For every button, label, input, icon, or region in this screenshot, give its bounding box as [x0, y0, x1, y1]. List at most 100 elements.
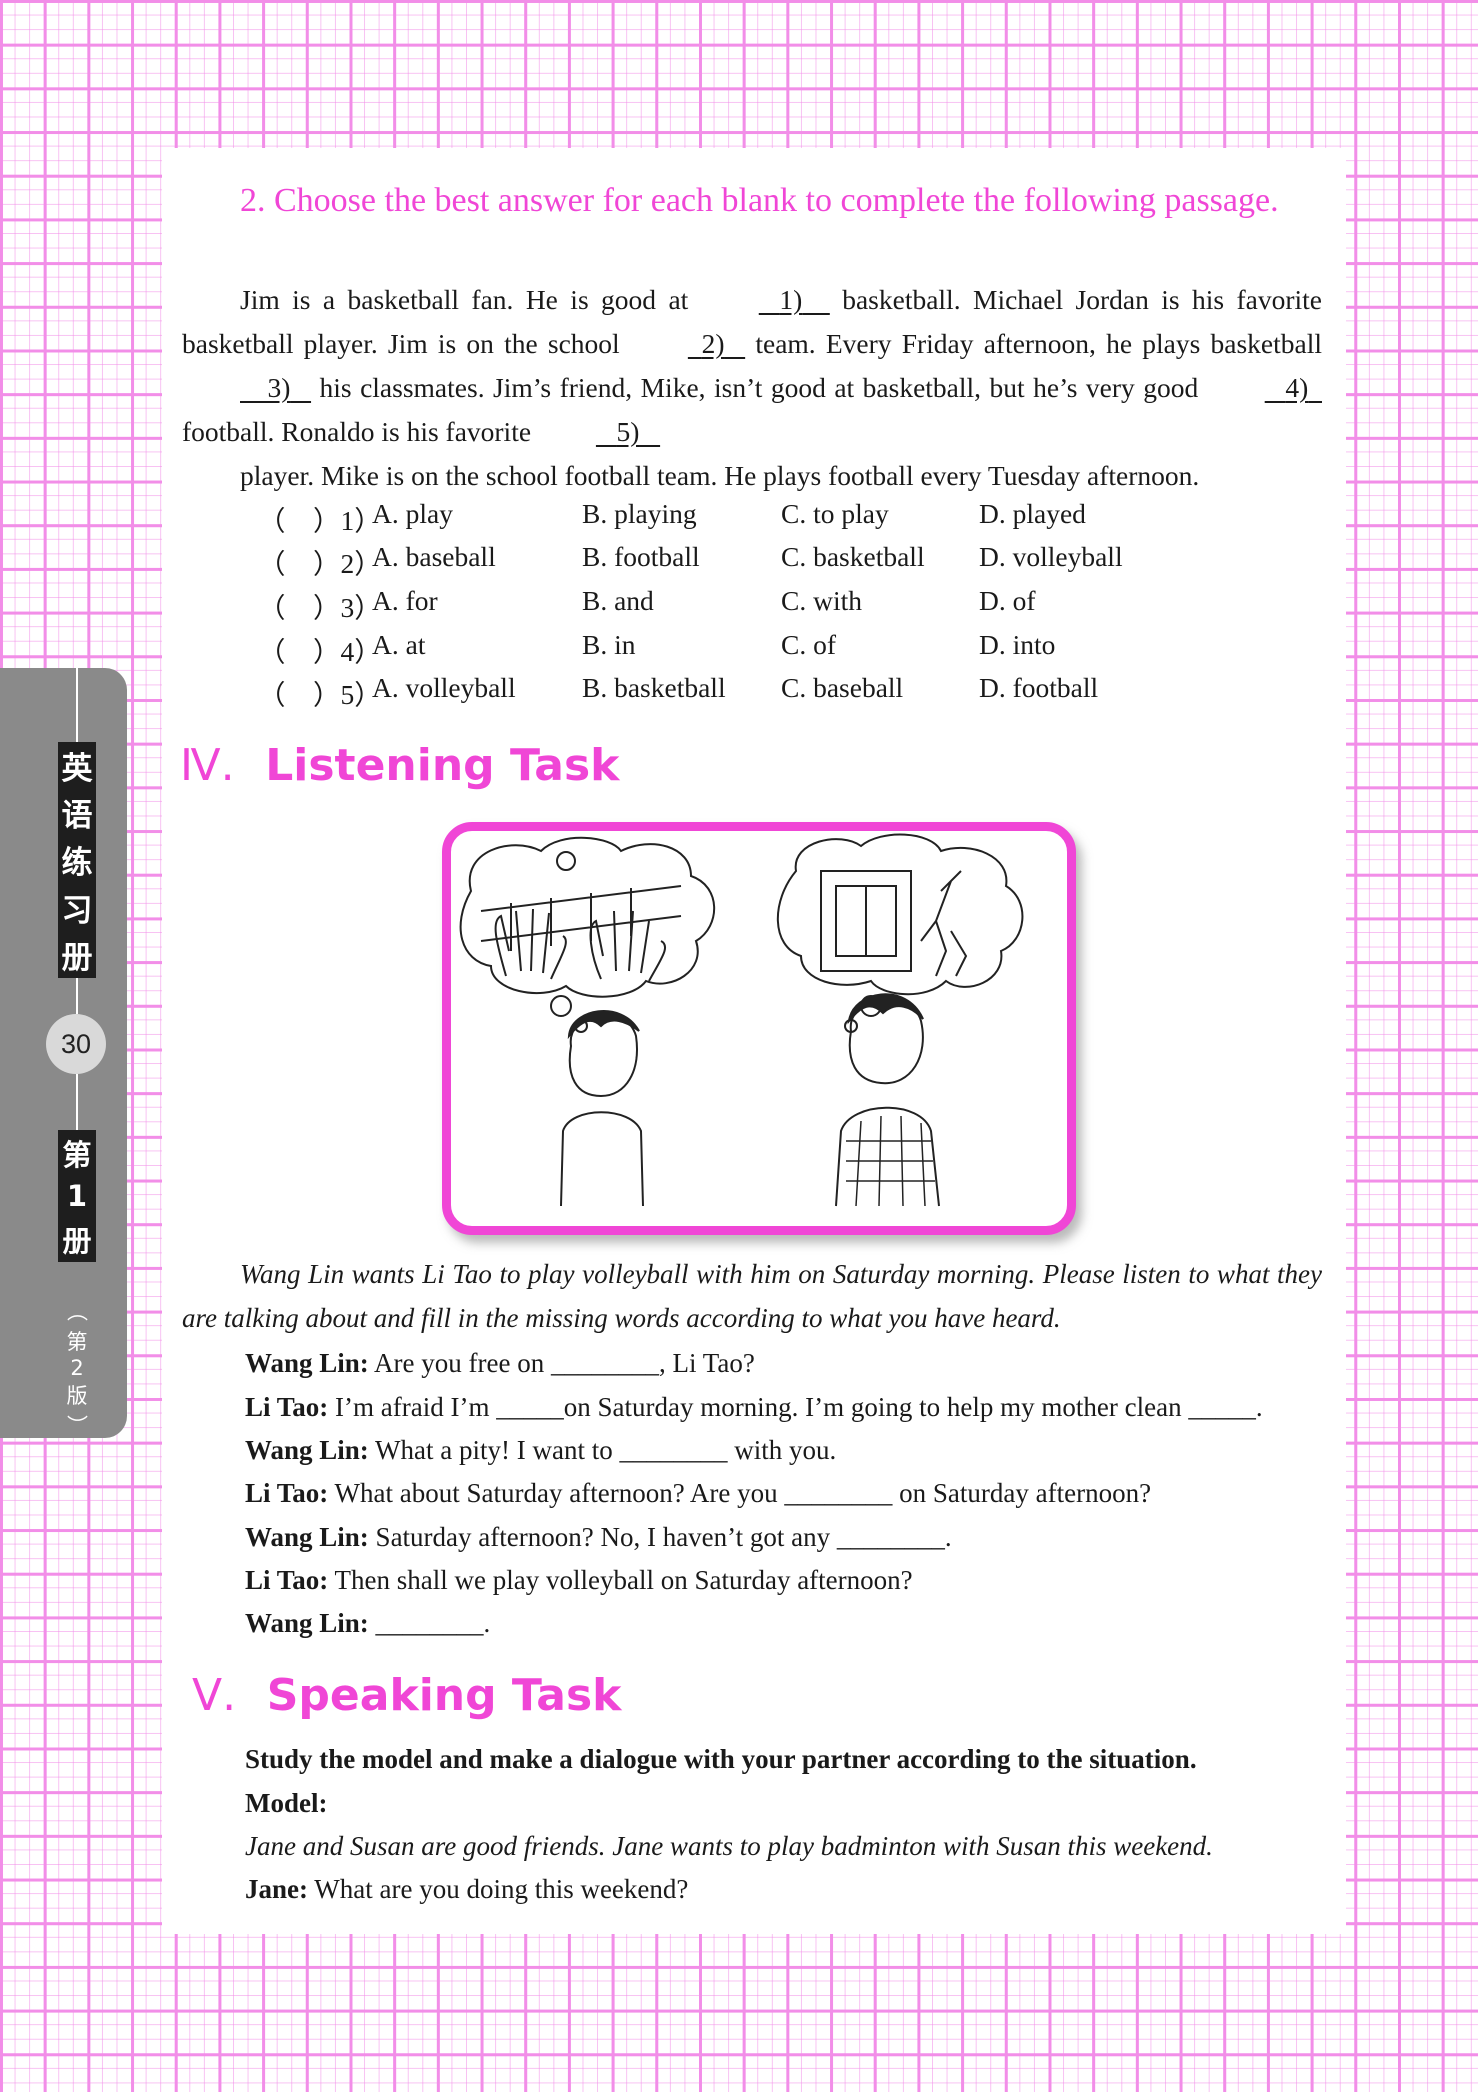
passage-text: player. Mike is on the school football t… — [240, 460, 1200, 491]
question-number: （ ）2） — [258, 548, 382, 579]
option-a: A. at — [372, 629, 426, 660]
speaker-label: Wang Lin: — [245, 1435, 369, 1465]
hands-icon — [494, 908, 667, 982]
option-d: D. played — [979, 498, 1086, 529]
dialogue-text: Are you free on ________, Li Tao? — [368, 1348, 755, 1378]
boy-right-head — [848, 998, 924, 1085]
exercise-2-heading: 2. Choose the best answer for each blank… — [182, 178, 1322, 223]
passage-last-line: player. Mike is on the school football t… — [182, 454, 1322, 498]
option-a: A. volleyball — [372, 672, 516, 703]
blank-3-number: 3) — [267, 372, 291, 403]
listening-illustration — [442, 822, 1076, 1235]
dialogue-text: I’m afraid I’m _____on Saturday morning.… — [328, 1392, 1263, 1422]
speaker-label: Li Tao: — [245, 1392, 329, 1422]
dialogue-text: Saturday afternoon? No, I haven’t got an… — [368, 1522, 952, 1552]
option-d: D. football — [979, 672, 1099, 703]
passage-text: his classmates. Jim’s friend, Mike, isn’… — [311, 372, 1207, 403]
blank-4: 4) — [1207, 366, 1322, 410]
net-icon — [480, 885, 682, 951]
option-b: B. basketball — [582, 672, 726, 703]
sidebar-divider — [76, 668, 78, 742]
speaking-situation-text: Jane and Susan are good friends. Jane wa… — [245, 1831, 1213, 1861]
passage-text: Jim is a basketball fan. He is good at — [240, 284, 701, 315]
option-b: B. and — [582, 585, 654, 616]
volume-label: 第 1 册 — [58, 1130, 96, 1262]
edition-char: 版 — [66, 1384, 88, 1408]
passage-text: football. Ronaldo is his favorite — [182, 416, 538, 447]
option-a: A. for — [372, 585, 438, 616]
option-d: D. volleyball — [979, 541, 1123, 572]
book-title-char: 册 — [61, 939, 93, 976]
speaker-label: Wang Lin: — [245, 1348, 369, 1378]
volume-char: 册 — [62, 1223, 92, 1258]
volume-char: 1 — [66, 1178, 88, 1213]
dialogue-line: Wang Lin: What a pity! I want to _______… — [245, 1435, 1345, 1466]
bubble-dot — [550, 995, 572, 1017]
option-d: D. of — [979, 585, 1036, 616]
edition-char: 第 — [66, 1330, 88, 1354]
question-number: （ ）5） — [258, 679, 382, 710]
dialogue-text: What are you doing this weekend? — [308, 1874, 689, 1904]
speaker-label: Li Tao: — [245, 1478, 329, 1508]
volume-char: 第 — [62, 1138, 92, 1173]
page-number: 30 — [46, 1014, 106, 1074]
blank-1-number: 1) — [779, 284, 803, 315]
model-label-text: Model: — [245, 1788, 328, 1818]
cleaning-person-icon — [920, 870, 968, 977]
reading-passage: Jim is a basketball fan. He is good at 1… — [182, 278, 1322, 454]
speaking-situation: Jane and Susan are good friends. Jane wa… — [245, 1831, 1345, 1862]
speaker-label: Li Tao: — [245, 1565, 329, 1595]
book-title: 英 语 练 习 册 — [58, 742, 96, 978]
passage-text: team. Every Friday afternoon, he plays b… — [745, 328, 1322, 359]
blank-1: 1) — [701, 278, 830, 322]
edition-label: （ 第 2 版 ） — [58, 1296, 96, 1436]
book-title-char: 练 — [61, 845, 93, 882]
option-c: C. basketball — [781, 541, 925, 572]
dialogue-line: Wang Lin: Are you free on ________, Li T… — [245, 1348, 1345, 1379]
question-row: （ ）5） A. volleyball B. basketball C. bas… — [258, 672, 1258, 712]
option-b: B. in — [582, 629, 636, 660]
book-title-char: 英 — [61, 751, 93, 788]
dialogue-line: Wang Lin: ________. — [245, 1608, 1345, 1639]
model-dialogue-line: Jane: What are you doing this weekend? — [245, 1874, 1345, 1905]
dialogue-line: Li Tao: Then shall we play volleyball on… — [245, 1565, 1345, 1596]
dialogue-text: ________. — [368, 1608, 491, 1638]
question-number: （ ）4） — [258, 636, 382, 667]
shirt-pattern — [846, 1115, 935, 1207]
speaker-label: Jane: — [245, 1874, 308, 1904]
option-c: C. baseball — [781, 672, 904, 703]
blank-3: 3) — [182, 366, 311, 410]
section-numeral: Ⅳ. — [180, 740, 235, 791]
edition-char: （ — [64, 1300, 88, 1322]
dialogue-text: What about Saturday afternoon? Are you _… — [328, 1478, 1152, 1508]
speaker-label: Wang Lin: — [245, 1608, 369, 1638]
option-a: A. baseball — [372, 541, 496, 572]
dialogue-text: What a pity! I want to ________ with you… — [368, 1435, 837, 1465]
question-number: （ ）3） — [258, 592, 382, 623]
option-d: D. into — [979, 629, 1056, 660]
blank-5: 5) — [538, 410, 660, 454]
option-b: B. football — [582, 541, 700, 572]
blank-4-number: 4) — [1285, 372, 1309, 403]
volleyball-icon — [556, 851, 576, 871]
blank-2-number: 2) — [701, 328, 725, 359]
section-title: Listening Task — [265, 740, 620, 791]
listening-task-heading: Ⅳ. Listening Task — [180, 740, 619, 791]
option-b: B. playing — [582, 498, 697, 529]
question-row: （ ）4） A. at B. in C. of D. into — [258, 629, 1258, 669]
blank-2: 2) — [630, 322, 745, 366]
edition-char: ） — [64, 1414, 88, 1436]
sidebar-divider — [76, 978, 78, 1014]
section-numeral: Ⅴ. — [192, 1670, 237, 1721]
option-c: C. with — [781, 585, 862, 616]
question-row: （ ）3） A. for B. and C. with D. of — [258, 585, 1258, 625]
dialogue-text: Then shall we play volleyball on Saturda… — [328, 1565, 913, 1595]
book-title-char: 语 — [61, 798, 93, 835]
illustration-svg — [459, 833, 1024, 1207]
listening-intro-text: Wang Lin wants Li Tao to play volleyball… — [182, 1259, 1322, 1333]
dialogue-line: Li Tao: I’m afraid I’m _____on Saturday … — [245, 1392, 1345, 1423]
blank-5-number: 5) — [616, 416, 640, 447]
exercise-2-heading-text: 2. Choose the best answer for each blank… — [240, 182, 1279, 219]
speaking-task-heading: Ⅴ. Speaking Task — [192, 1670, 621, 1721]
model-label: Model: — [245, 1788, 1345, 1819]
